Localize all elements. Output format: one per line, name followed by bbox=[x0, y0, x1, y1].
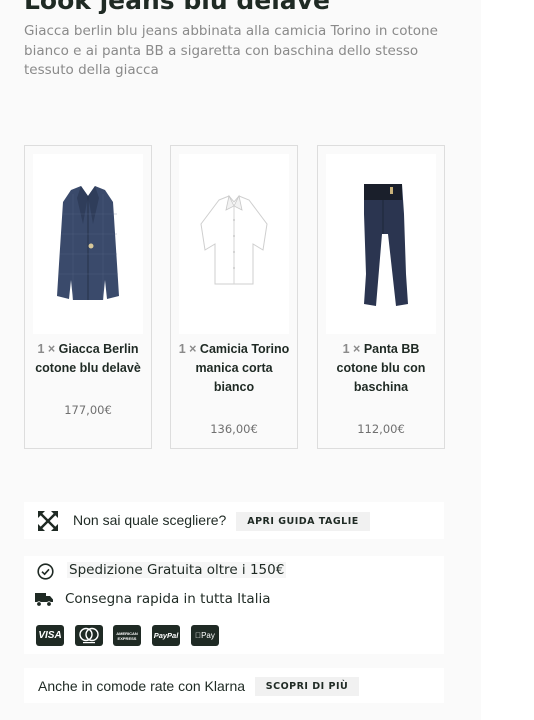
product-name[interactable]: 1 × Camicia Torino manica corta bianco bbox=[177, 340, 291, 397]
product-name[interactable]: 1 × Panta BB cotone blu con baschina bbox=[324, 340, 438, 397]
fast-delivery-text: Consegna rapida in tutta Italia bbox=[65, 591, 271, 607]
klarna-text: Anche in comode rate con Klarna bbox=[38, 678, 246, 694]
look-panel: Look jeans blu delavè Giacca berlin blu … bbox=[0, 0, 481, 720]
apple-pay-icon: Pay bbox=[191, 625, 219, 646]
product-quantity: 1 × bbox=[342, 342, 361, 356]
size-guide-text: Non sai quale scegliere? bbox=[73, 512, 227, 528]
amex-icon: AMERICAN EXPRESS bbox=[113, 625, 141, 646]
expand-arrows-icon bbox=[38, 511, 58, 531]
product-card[interactable]: 1 × Giacca Berlin cotone blu delavè 177,… bbox=[24, 145, 152, 449]
look-title: Look jeans blu delavè bbox=[24, 0, 330, 15]
mastercard-icon bbox=[75, 625, 103, 646]
apple-pay-label: Pay bbox=[198, 631, 215, 640]
product-card[interactable]: 1 × Panta BB cotone blu con baschina 112… bbox=[317, 145, 445, 449]
free-shipping-text: Spedizione Gratuita oltre i 150€ bbox=[67, 562, 287, 578]
shirt-image[interactable] bbox=[179, 154, 289, 334]
shipping-box: Spedizione Gratuita oltre i 150€ Consegn… bbox=[24, 556, 444, 654]
product-price: 112,00€ bbox=[357, 422, 405, 436]
product-price: 136,00€ bbox=[210, 422, 258, 436]
klarna-box: Anche in comode rate con Klarna SCOPRI D… bbox=[24, 668, 444, 703]
jacket-image[interactable] bbox=[33, 154, 143, 334]
product-title[interactable]: Camicia Torino manica corta bianco bbox=[195, 342, 289, 394]
size-guide-box: Non sai quale scegliere? APRI GUIDA TAGL… bbox=[24, 502, 444, 539]
pants-image[interactable] bbox=[326, 154, 436, 334]
paypal-icon: PayPal bbox=[152, 625, 180, 646]
product-price: 177,00€ bbox=[64, 403, 112, 417]
truck-icon bbox=[35, 592, 54, 607]
visa-icon: VISA bbox=[36, 625, 64, 646]
look-description: Giacca berlin blu jeans abbinata alla ca… bbox=[24, 23, 438, 78]
klarna-learn-more-button[interactable]: SCOPRI DI PIÙ bbox=[255, 677, 359, 696]
check-circle-icon bbox=[37, 563, 54, 580]
product-quantity: 1 × bbox=[37, 342, 56, 356]
product-name[interactable]: 1 × Giacca Berlin cotone blu delavè bbox=[31, 340, 145, 378]
product-quantity: 1 × bbox=[178, 342, 197, 356]
size-guide-button[interactable]: APRI GUIDA TAGLIE bbox=[236, 512, 370, 531]
product-card[interactable]: 1 × Camicia Torino manica corta bianco 1… bbox=[170, 145, 298, 449]
